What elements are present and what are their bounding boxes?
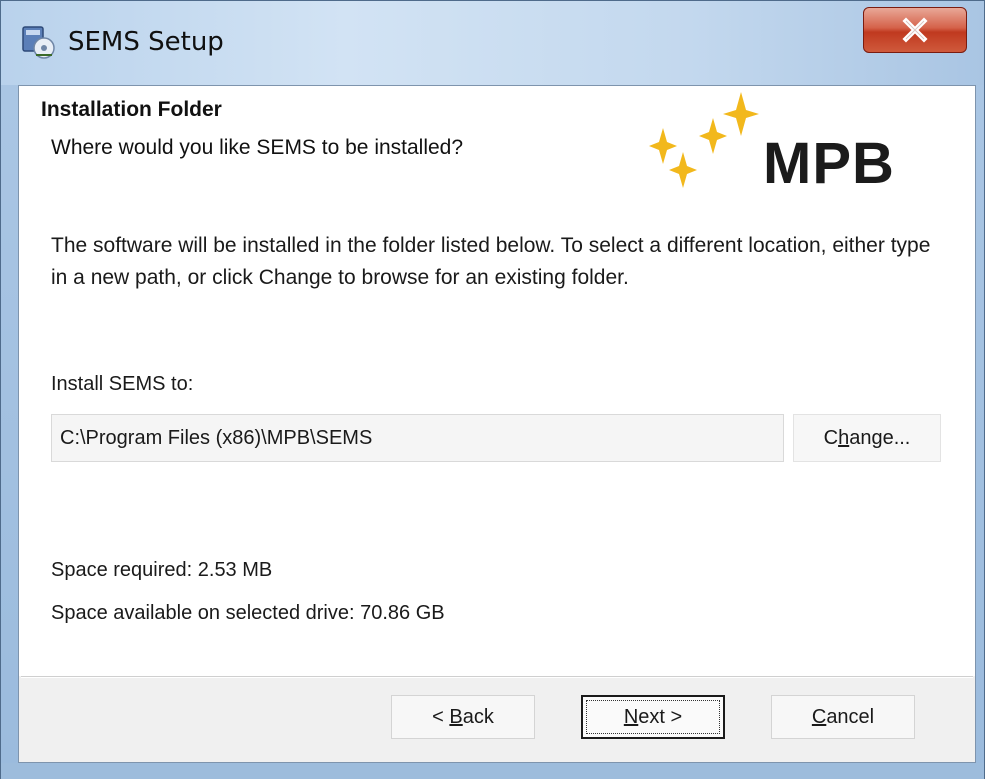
dialog-client-area: Installation Folder Where would you like… bbox=[18, 85, 976, 763]
window-frame-left bbox=[1, 85, 18, 763]
cancel-button-label-post: ancel bbox=[826, 705, 875, 728]
space-required-text: Space required: 2.53 MB bbox=[51, 559, 273, 581]
page-subtitle: Where would you like SEMS to be installe… bbox=[51, 136, 464, 159]
window-frame-right bbox=[976, 85, 984, 763]
space-available-text: Space available on selected drive: 70.86… bbox=[51, 602, 445, 624]
cancel-button-accel: C bbox=[811, 705, 827, 728]
close-button[interactable] bbox=[863, 7, 967, 53]
page-title: Installation Folder bbox=[41, 98, 222, 121]
change-button-accel: h bbox=[838, 426, 850, 449]
window-frame-bottom bbox=[1, 763, 984, 779]
change-button[interactable]: Change... bbox=[793, 414, 941, 462]
footer-divider bbox=[21, 676, 973, 678]
setup-app-icon bbox=[22, 26, 55, 59]
setup-window: SEMS Setup Installation Folder Where wou… bbox=[0, 0, 985, 779]
header-banner: Installation Folder Where would you like… bbox=[19, 86, 975, 201]
next-button[interactable]: Next > bbox=[581, 695, 725, 739]
back-button-accel: B bbox=[449, 705, 463, 728]
back-button-label-pre: < bbox=[432, 705, 450, 728]
change-button-label-post: ange... bbox=[849, 426, 911, 449]
install-path-label: Install SEMS to: bbox=[51, 373, 194, 395]
focus-rectangle bbox=[586, 700, 720, 734]
back-button[interactable]: < Back bbox=[391, 695, 535, 739]
change-button-label-pre: C bbox=[823, 426, 839, 449]
install-path-input[interactable] bbox=[51, 414, 784, 462]
mpb-logo-text: MPB bbox=[763, 131, 895, 196]
close-icon bbox=[902, 17, 928, 43]
cancel-button[interactable]: Cancel bbox=[771, 695, 915, 739]
back-button-label-post: ack bbox=[462, 705, 494, 728]
mpb-star-icon bbox=[649, 92, 759, 188]
window-title: SEMS Setup bbox=[68, 27, 224, 57]
title-bar[interactable]: SEMS Setup bbox=[1, 1, 984, 85]
instructions-text: The software will be installed in the fo… bbox=[51, 234, 931, 289]
